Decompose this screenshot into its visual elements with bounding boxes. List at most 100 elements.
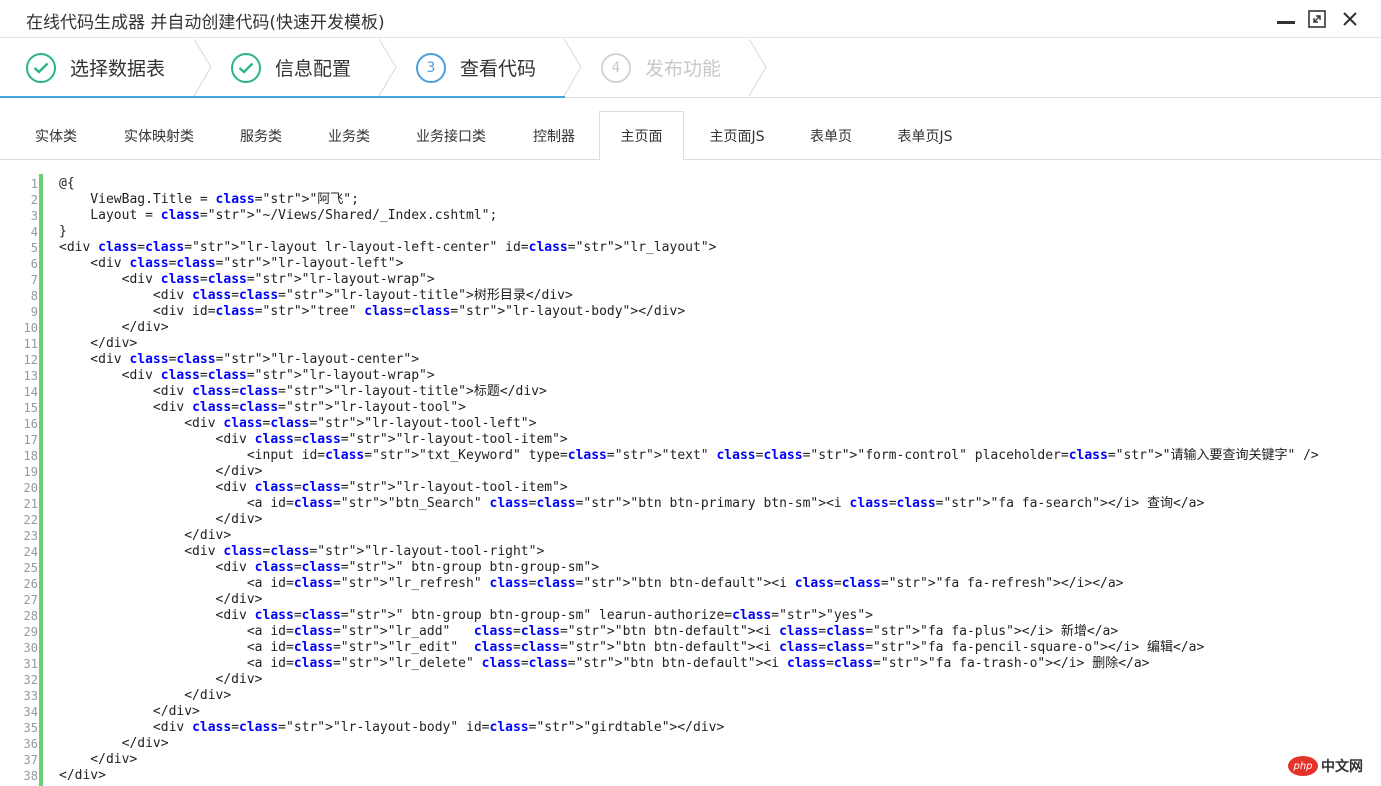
step-label: 查看代码 (460, 58, 537, 80)
code-line: <div class=class="str">"lr-layout lr-lay… (59, 240, 717, 255)
step-label: 信息配置 (275, 58, 352, 80)
code-line: <div class=class="str">"lr-layout-tool-r… (59, 544, 545, 559)
code-line: </div> (59, 592, 263, 607)
step-number: 3 (416, 52, 446, 83)
code-line: </div> (59, 688, 232, 703)
step-view-code[interactable]: 3 查看代码 (416, 39, 536, 96)
step-separator-icon (193, 39, 212, 96)
line-number: 5 (30, 241, 38, 255)
tab-entity[interactable]: 实体类 (14, 111, 98, 160)
line-number: 14 (23, 385, 38, 399)
code-editor[interactable]: 1 2 3 4 5 6 7 8 9 10 11 12 13 14 15 16 17 18 19 20 21 22 23 24 2… (0, 161, 1381, 786)
code-line: </div> (59, 736, 169, 751)
line-number: 29 (23, 625, 38, 639)
close-icon[interactable] (1340, 9, 1360, 29)
line-number: 24 (23, 545, 38, 559)
code-line: <div id=class="str">"tree" class=class="… (59, 304, 686, 319)
line-number: 18 (23, 449, 38, 463)
code-line: </div> (59, 768, 106, 783)
tab-form-page[interactable]: 表单页 (790, 111, 872, 160)
php-logo: php (1288, 756, 1318, 776)
line-number: 25 (23, 561, 38, 575)
code-line: <div class=class="str">"lr-layout-title"… (59, 288, 573, 303)
step-number: 4 (601, 52, 631, 83)
code-line: <a id=class="str">"btn_Search" class=cla… (59, 496, 1205, 511)
code-line: <div class=class="str">"lr-layout-tool-i… (59, 432, 568, 447)
line-number: 22 (23, 513, 38, 527)
code-line: <div class=class="str">"lr-layout-wrap"> (59, 368, 435, 383)
line-number: 11 (23, 337, 38, 351)
check-icon (26, 52, 56, 83)
code-line: <div class=class="str">"lr-layout-wrap"> (59, 272, 435, 287)
window-title: 在线代码生成器 并自动创建代码(快速开发模板) (26, 13, 385, 33)
tab-business[interactable]: 业务类 (308, 111, 390, 160)
code-line: </div> (59, 320, 169, 335)
line-number: 35 (23, 721, 38, 735)
step-separator-icon (378, 39, 397, 96)
code-line: </div> (59, 336, 138, 351)
code-line: <a id=class="str">"lr_add" class=class="… (59, 624, 1119, 639)
tab-main-page-js[interactable]: 主页面JS (690, 111, 784, 160)
code-line: ViewBag.Title = class="str">"阿飞"; (59, 192, 359, 207)
step-label: 选择数据表 (70, 58, 166, 80)
code-line: <div class=class="str">"lr-layout-tool-l… (59, 416, 537, 431)
line-number: 7 (30, 273, 38, 287)
step-publish[interactable]: 4 发布功能 (601, 39, 721, 96)
code-line: </div> (59, 464, 263, 479)
step-separator-icon (563, 39, 582, 96)
line-number: 9 (30, 305, 38, 319)
tab-business-interface[interactable]: 业务接口类 (396, 111, 506, 160)
line-number: 19 (23, 465, 38, 479)
code-line: </div> (59, 528, 232, 543)
line-number: 10 (23, 321, 38, 335)
code-line: <div class=class="str">"lr-layout-left"> (59, 256, 404, 271)
code-line: <div class=class="str">"lr-layout-tool-i… (59, 480, 568, 495)
line-number: 32 (23, 673, 38, 687)
tab-service[interactable]: 服务类 (220, 111, 302, 160)
line-number: 2 (30, 193, 38, 207)
code-line: </div> (59, 752, 138, 767)
code-line: <a id=class="str">"lr_edit" class=class=… (59, 640, 1205, 655)
gutter-bar (39, 174, 43, 786)
line-number: 31 (23, 657, 38, 671)
line-number-gutter: 1 2 3 4 5 6 7 8 9 10 11 12 13 14 15 16 17 18 19 20 21 22 23 24 2… (14, 161, 38, 786)
code-line: <a id=class="str">"lr_delete" class=clas… (59, 656, 1150, 671)
wizard-steps: 选择数据表 信息配置 3 查看代码 4 发布功能 (0, 39, 1381, 98)
step-separator-icon (748, 39, 767, 96)
line-number: 36 (23, 737, 38, 751)
line-number: 28 (23, 609, 38, 623)
step-select-table[interactable]: 选择数据表 (26, 39, 165, 96)
minimize-icon[interactable] (1276, 9, 1296, 29)
line-number: 3 (30, 209, 38, 223)
tab-main-page[interactable]: 主页面 (599, 111, 684, 161)
line-number: 30 (23, 641, 38, 655)
line-number: 13 (23, 369, 38, 383)
code-line: Layout = class="str">"~/Views/Shared/_In… (59, 208, 498, 223)
line-number: 26 (23, 577, 38, 591)
tab-controller[interactable]: 控制器 (512, 111, 596, 160)
code-line: <a id=class="str">"lr_refresh" class=cla… (59, 576, 1124, 591)
code-line: <div class=class="str">" btn-group btn-g… (59, 560, 600, 575)
code-line: <input id=class="str">"txt_Keyword" type… (59, 448, 1319, 463)
line-number: 23 (23, 529, 38, 543)
code-line: <div class=class="str">"lr-layout-body" … (59, 720, 725, 735)
maximize-icon[interactable] (1307, 9, 1327, 29)
line-number: 8 (30, 289, 38, 303)
line-number: 6 (30, 257, 38, 271)
line-number: 33 (23, 689, 38, 703)
line-number: 16 (23, 417, 38, 431)
code-tabs: 实体类 实体映射类 服务类 业务类 业务接口类 控制器 主页面 主页面JS 表单… (0, 99, 1381, 161)
line-number: 21 (23, 497, 38, 511)
tab-form-page-js[interactable]: 表单页JS (878, 111, 972, 160)
code-line: </div> (59, 672, 263, 687)
code-line: <div class=class="str">" btn-group btn-g… (59, 608, 874, 623)
line-number: 4 (30, 225, 38, 239)
step-info-config[interactable]: 信息配置 (231, 39, 351, 96)
step-label: 发布功能 (645, 58, 722, 80)
tab-entity-map[interactable]: 实体映射类 (104, 111, 214, 160)
code-line: @{ (59, 176, 75, 191)
line-number: 12 (23, 353, 38, 367)
window-titlebar: 在线代码生成器 并自动创建代码(快速开发模板) (0, 0, 1381, 38)
watermark: php 中文网 (1288, 756, 1372, 776)
step-progress-bar (0, 96, 565, 98)
